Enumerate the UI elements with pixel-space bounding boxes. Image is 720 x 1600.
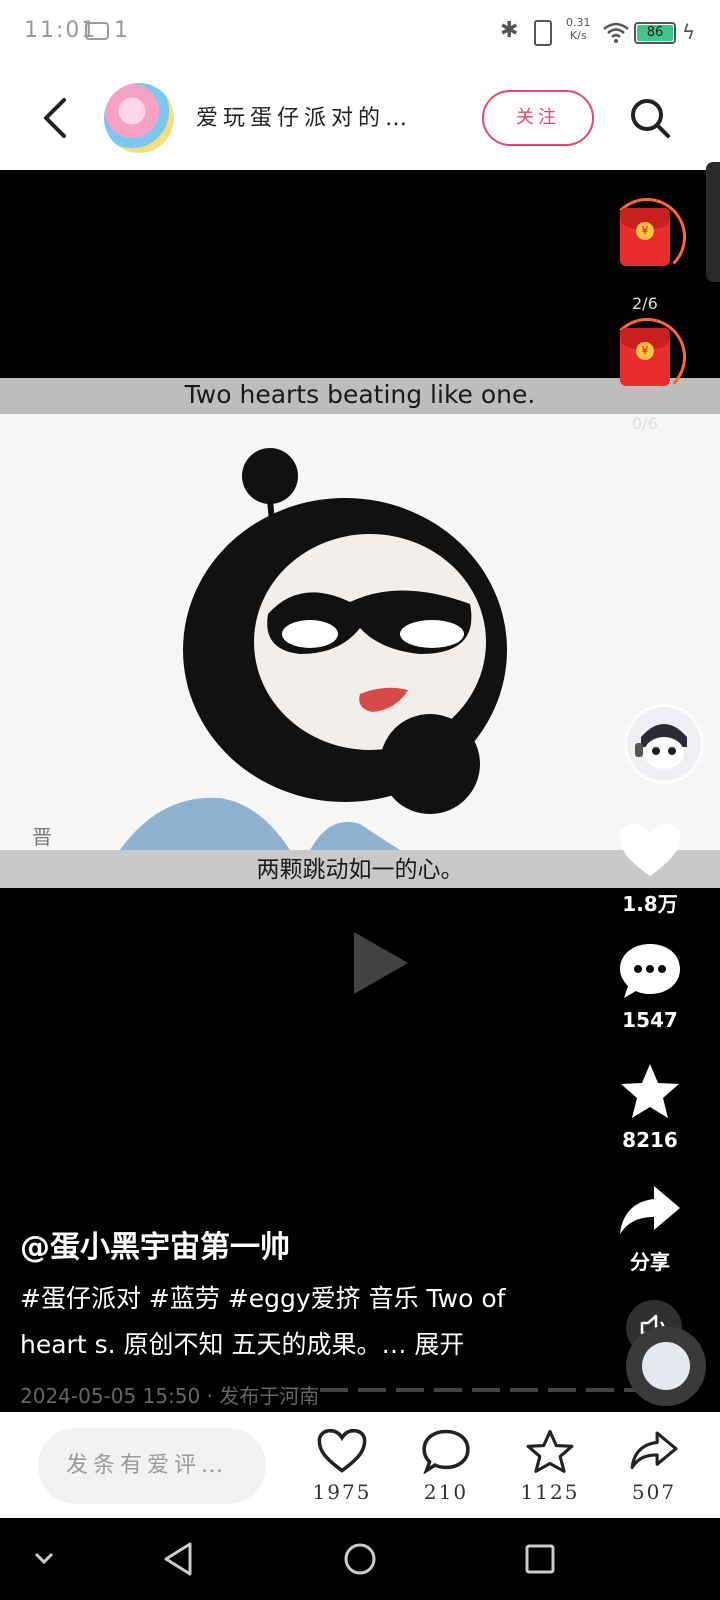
author-name[interactable]: 爱玩蛋仔派对的… (196, 100, 412, 132)
egg-character-illustration: 晋 (32, 448, 507, 850)
bottom-like-count: 1975 (312, 1480, 372, 1504)
comment-input[interactable]: 发条有爱评… (38, 1428, 266, 1504)
like-button[interactable]: 1.8万 (610, 822, 690, 917)
comment-count: 1547 (622, 1008, 678, 1032)
share-button[interactable]: 分享 (610, 1184, 690, 1275)
bottom-action-bar: 发条有爱评… 1975 210 1125 507 (0, 1412, 720, 1518)
side-drawer-handle[interactable] (706, 162, 720, 282)
network-speed: 0.31 K/s (566, 16, 591, 42)
follow-button[interactable]: 关注 (482, 90, 594, 146)
publish-timestamp: 2024-05-05 15:50 · 发布于河南 (20, 1384, 320, 1408)
creator-avatar[interactable] (624, 704, 704, 784)
expand-button[interactable]: 展开 (414, 1330, 464, 1359)
nav-home-icon[interactable] (344, 1543, 376, 1575)
author-avatar[interactable] (104, 83, 174, 153)
bottom-favorite-count: 1125 (520, 1480, 580, 1504)
status-bar: 11:01 1 ✱ 0.31 K/s 86 ϟ (0, 0, 720, 66)
nav-buttons (34, 1542, 555, 1576)
battery-level: 86 (637, 25, 673, 41)
red-packet-1-count: 2/6 (632, 294, 658, 313)
search-icon[interactable] (628, 96, 672, 140)
bottom-share-button[interactable]: 507 (614, 1428, 694, 1504)
music-cover-icon (642, 1342, 690, 1390)
favorite-count: 8216 (622, 1128, 678, 1152)
heart-icon (620, 824, 680, 876)
bottom-share-count: 507 (631, 1480, 677, 1504)
back-arrow-icon[interactable] (36, 94, 76, 142)
battery-icon: 86 (634, 22, 676, 44)
red-packet-1[interactable]: ¥ (608, 198, 686, 278)
system-navigation-bar (0, 1518, 720, 1600)
charging-icon: ϟ (682, 20, 696, 44)
play-icon[interactable] (330, 918, 420, 1008)
nav-back-icon[interactable] (164, 1542, 192, 1576)
music-disc[interactable] (626, 1326, 706, 1406)
red-envelope-icon: ¥ (620, 208, 670, 266)
bluetooth-icon: ✱ (500, 18, 519, 43)
video-watermark: 晋 (32, 825, 52, 849)
share-outline-icon (630, 1431, 678, 1469)
wifi-icon (603, 22, 629, 43)
favorite-button[interactable]: 8216 (610, 1062, 690, 1152)
bottom-like-button[interactable]: 1975 (302, 1428, 382, 1504)
collapse-chevron-icon[interactable] (34, 1552, 54, 1565)
bottom-comment-count: 210 (423, 1480, 469, 1504)
share-label: 分享 (630, 1250, 670, 1274)
star-icon (621, 1064, 679, 1118)
message-notification-icon (85, 22, 109, 40)
like-count: 1.8万 (622, 892, 678, 916)
share-arrow-icon (620, 1186, 680, 1234)
video-frame: Two hearts beating like one. 晋 两颗跳动如一的心。 (0, 378, 720, 888)
comment-bubble-icon (620, 944, 680, 998)
vibrate-icon (534, 20, 552, 46)
comment-outline-icon (422, 1429, 470, 1475)
heart-outline-icon (317, 1428, 367, 1473)
video-description: #蛋仔派对 #蓝劳 #eggy爱挤 音乐 Two of heart s. 原创不… (20, 1284, 506, 1359)
nav-recents-icon[interactable] (525, 1544, 555, 1574)
red-packet-2-count: 0/6 (632, 414, 658, 433)
red-packet-2[interactable]: ¥ (608, 318, 686, 398)
comment-button[interactable]: 1547 (610, 942, 690, 1032)
bottom-comment-button[interactable]: 210 (406, 1428, 486, 1504)
video-progress-bar[interactable] (320, 1388, 680, 1392)
star-outline-icon (526, 1429, 574, 1473)
video-author-username[interactable]: @蛋小黑宇宙第一帅 (20, 1222, 290, 1266)
notification-count: 1 (114, 18, 128, 43)
creator-avatar-image (627, 707, 701, 781)
bottom-favorite-button[interactable]: 1125 (510, 1428, 590, 1504)
header: 爱玩蛋仔派对的… 关注 (0, 66, 720, 170)
red-envelope-icon: ¥ (620, 328, 670, 386)
